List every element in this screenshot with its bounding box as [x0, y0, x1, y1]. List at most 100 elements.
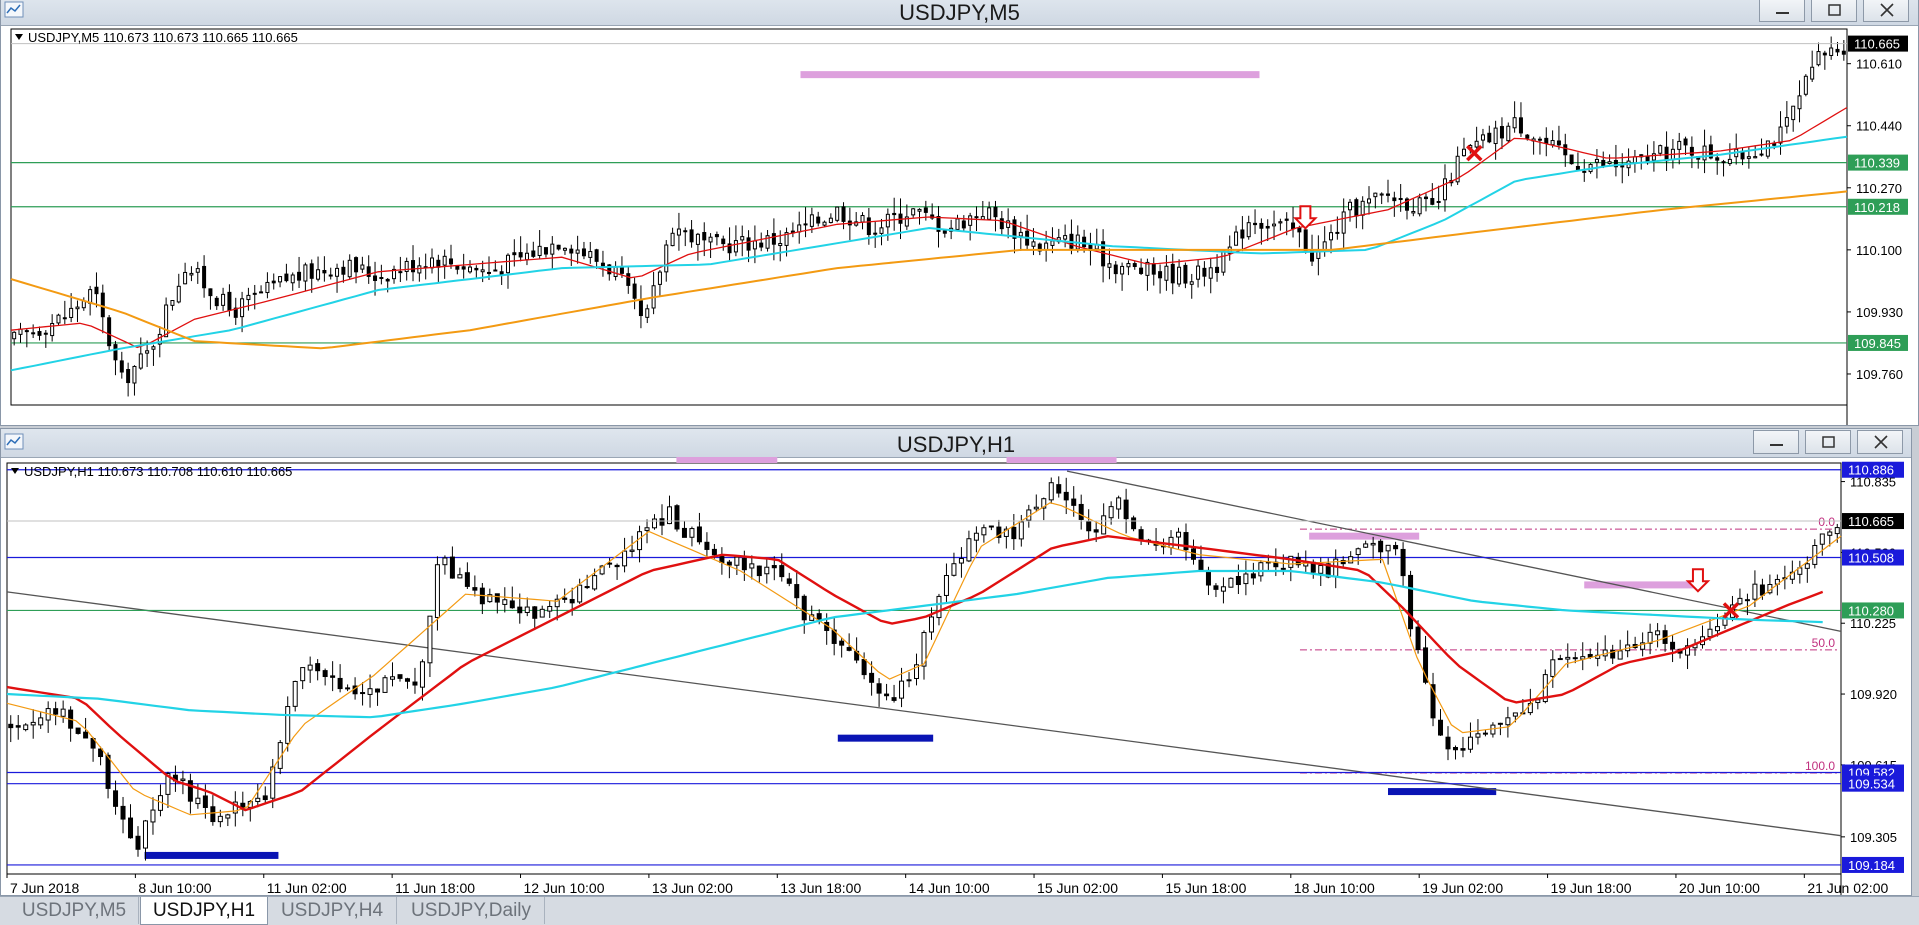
- candle-bullish: [1714, 626, 1720, 632]
- minimize-button[interactable]: [1753, 430, 1799, 454]
- candle-bullish: [1474, 140, 1479, 148]
- candle-bearish: [1620, 165, 1625, 168]
- candle-bullish: [1727, 158, 1732, 165]
- candle-bearish: [1393, 545, 1399, 550]
- candle-bullish: [316, 269, 321, 280]
- candle-bullish: [955, 218, 960, 230]
- close-button[interactable]: [1857, 430, 1903, 454]
- candle-bearish: [1537, 138, 1542, 141]
- candle-bullish: [442, 557, 448, 566]
- candle-bullish: [1379, 193, 1384, 196]
- candle-bullish: [292, 680, 298, 707]
- price-chart-m5[interactable]: 110.610 110.440 110.270 110.100 109.930 109.7…: [1, 25, 1918, 425]
- titlebar-m5[interactable]: USDJPY,M5: [1, 0, 1918, 26]
- minimize-button[interactable]: [1759, 0, 1805, 22]
- candle-bearish: [128, 817, 134, 839]
- candle-bearish: [474, 267, 479, 271]
- candle-bearish: [375, 688, 381, 693]
- candle-bearish: [891, 697, 897, 701]
- candle-bearish: [600, 262, 605, 267]
- candle-bullish: [1617, 650, 1623, 660]
- candle-bullish: [1707, 628, 1713, 638]
- candle-bearish: [1284, 218, 1289, 221]
- candle-bullish: [1582, 170, 1587, 173]
- maximize-button[interactable]: [1805, 430, 1851, 454]
- candle-bearish: [1670, 641, 1676, 650]
- candle-bearish: [1556, 140, 1561, 146]
- price-tick-label: 110.225: [1850, 616, 1896, 631]
- candle-bullish: [1272, 223, 1277, 227]
- candle-bullish: [1243, 573, 1249, 585]
- candle-bullish: [1442, 178, 1447, 201]
- tab-usdjpy-daily[interactable]: USDJPY,Daily: [398, 897, 545, 924]
- candle-bullish: [1367, 198, 1372, 204]
- candle-bearish: [411, 260, 416, 273]
- candle-bearish: [1499, 126, 1504, 139]
- price-tick-label: 109.760: [1856, 367, 1903, 382]
- candle-bullish: [613, 266, 618, 278]
- candle-bullish: [221, 293, 226, 306]
- time-axis-label: 20 Jun 10:00: [1679, 880, 1760, 895]
- candle-bullish: [1791, 105, 1796, 121]
- candle-bullish: [879, 227, 884, 234]
- candle-bullish: [1258, 562, 1264, 577]
- candle-bearish: [1151, 264, 1156, 275]
- candle-bearish: [1569, 154, 1574, 165]
- candle-bullish: [132, 365, 137, 384]
- close-button[interactable]: [1863, 0, 1909, 22]
- candle-bullish: [1355, 548, 1361, 556]
- time-axis-label: 7 Jun 2018: [10, 880, 79, 895]
- tab-usdjpy-h1[interactable]: USDJPY,H1: [140, 897, 268, 925]
- candle-bearish: [696, 526, 702, 543]
- titlebar-h1[interactable]: USDJPY,H1: [1, 429, 1911, 458]
- candle-bullish: [1512, 117, 1517, 129]
- candle-bullish: [622, 550, 628, 567]
- candle-bullish: [1120, 265, 1125, 275]
- candle-bearish: [119, 360, 124, 373]
- price-label-text: 110.339: [1854, 156, 1900, 171]
- tab-usdjpy-m5[interactable]: USDJPY,M5: [10, 897, 139, 924]
- candle-bearish: [75, 727, 81, 734]
- tab-usdjpy-h4[interactable]: USDJPY,H4: [268, 897, 397, 924]
- candle-bearish: [801, 595, 807, 621]
- candle-bullish: [980, 216, 985, 220]
- candle-bearish: [1086, 521, 1092, 532]
- candle-bearish: [638, 300, 643, 317]
- candle-bullish: [419, 661, 425, 688]
- maximize-button[interactable]: [1811, 0, 1857, 22]
- candle-bearish: [461, 266, 466, 270]
- candle-bearish: [135, 835, 141, 850]
- candle-bearish: [100, 292, 105, 318]
- candle-bullish: [740, 236, 745, 241]
- candle-bullish: [1050, 240, 1055, 246]
- candle-bullish: [255, 797, 261, 803]
- candle-bearish: [337, 677, 343, 690]
- candle-bullish: [180, 778, 186, 781]
- candle-bullish: [1557, 658, 1563, 661]
- chart-window-m5[interactable]: USDJPY,M5 110.610 110.440 110.270 110.100 10…: [0, 0, 1919, 426]
- candle-bullish: [69, 307, 74, 318]
- chart-window-h1[interactable]: USDJPY,H1 0.050.0100.0110.835110.530110.…: [0, 428, 1912, 896]
- candle-bearish: [756, 565, 762, 577]
- candle-bearish: [493, 269, 498, 272]
- candle-bullish: [803, 223, 808, 226]
- price-chart-h1[interactable]: 0.050.0100.0110.835110.530110.225109.920…: [1, 457, 1911, 895]
- time-axis-label: 21 Jun 02:00: [1807, 880, 1888, 895]
- time-axis-label: 19 Jun 18:00: [1551, 880, 1632, 895]
- candle-bearish: [1198, 559, 1204, 572]
- candle-bullish: [1018, 521, 1024, 540]
- candle-bearish: [1544, 137, 1549, 144]
- candle-bullish: [764, 566, 770, 575]
- candle-bullish: [360, 264, 365, 270]
- candle-bullish: [550, 243, 555, 255]
- time-axis-label: 18 Jun 10:00: [1294, 880, 1375, 895]
- candle-bearish: [1297, 227, 1302, 233]
- candle-bullish: [1108, 506, 1114, 519]
- candle-bearish: [846, 647, 852, 651]
- candle-bearish: [105, 754, 111, 789]
- candle-bullish: [1048, 482, 1054, 501]
- candle-bearish: [1280, 567, 1286, 570]
- candle-bearish: [1071, 498, 1077, 506]
- price-label-text: 109.184: [1848, 858, 1895, 873]
- candle-bullish: [38, 717, 44, 726]
